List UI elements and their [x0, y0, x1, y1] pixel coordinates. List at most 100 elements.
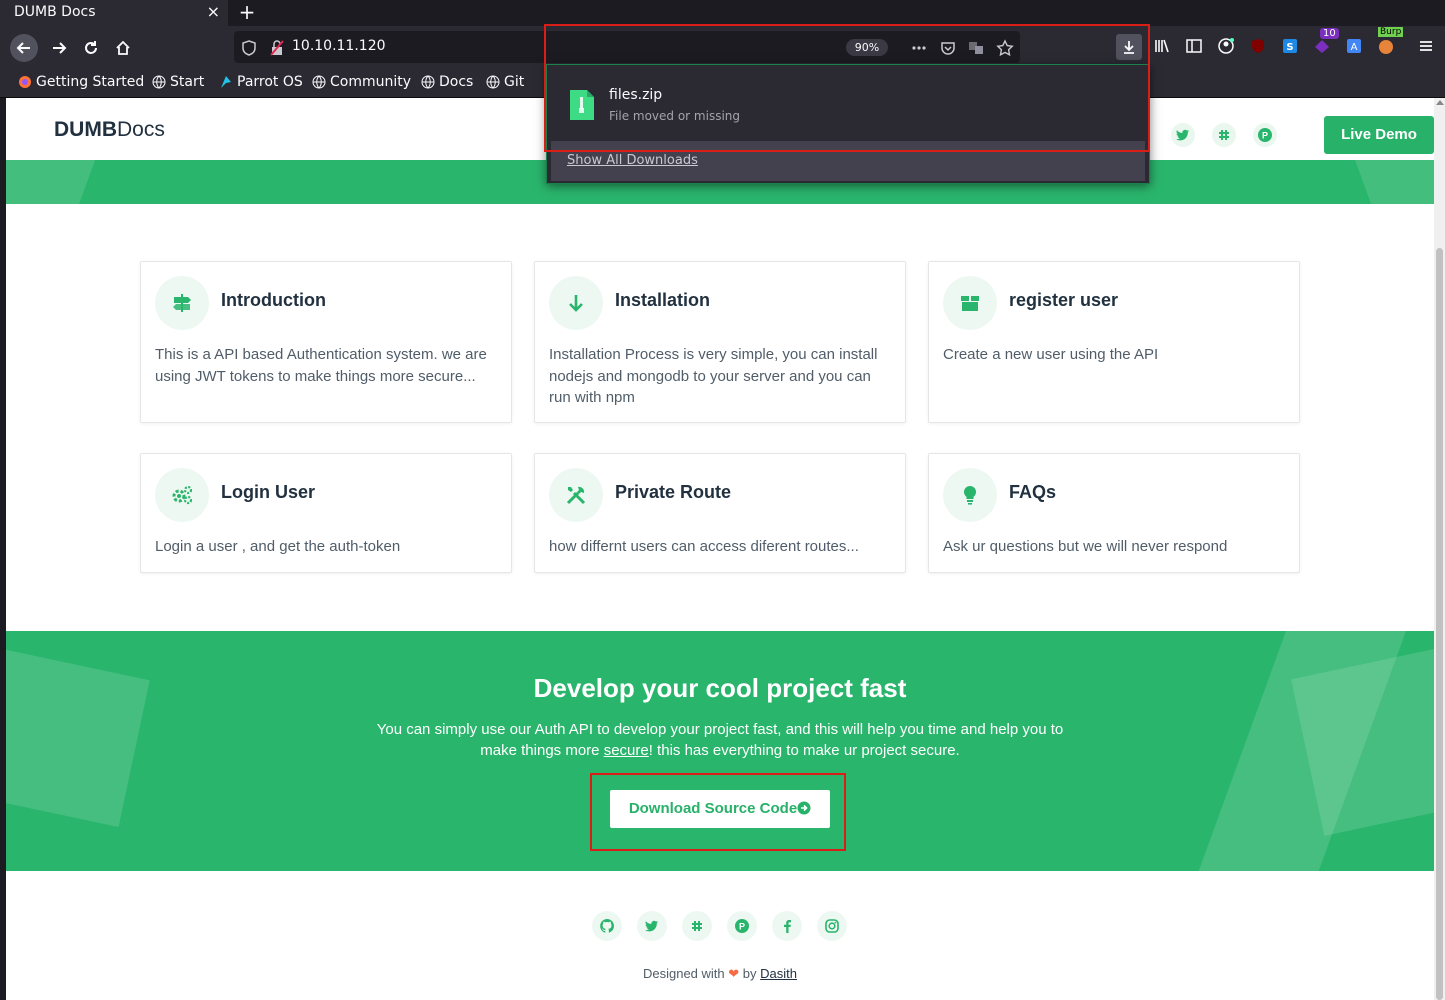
globe-icon [152, 75, 166, 89]
cta-text-part: ! this has everything to make ur project… [648, 742, 960, 759]
insecure-lock-icon[interactable] [268, 39, 286, 57]
ublock-icon[interactable] [1246, 34, 1270, 58]
bookmark-start[interactable]: Start [152, 74, 204, 90]
tab-bar: DUMB Docs × + [0, 0, 1445, 26]
card-text: Login a user , and get the auth-token [155, 538, 401, 555]
page-scrollbar[interactable] [1434, 98, 1445, 1000]
card-title: Installation [615, 290, 711, 310]
card-login-user[interactable]: Login User Login a user , and get the au… [140, 453, 512, 573]
live-demo-button[interactable]: Live Demo [1324, 116, 1434, 154]
facebook-icon[interactable] [772, 911, 802, 941]
reload-icon [85, 41, 97, 54]
sidebar-icon[interactable] [1182, 34, 1206, 58]
box-icon [943, 276, 997, 330]
github-icon[interactable] [592, 911, 622, 941]
arrow-right-icon [53, 42, 67, 54]
card-title: Private Route [615, 482, 732, 502]
firefox-icon [19, 76, 31, 88]
bookmark-parrot-os[interactable]: Parrot OS [219, 74, 303, 90]
producthunt-icon[interactable]: P [727, 911, 757, 941]
card-faqs[interactable]: FAQs Ask ur questions but we will never … [928, 453, 1300, 573]
stylus-icon[interactable]: S [1278, 34, 1302, 58]
card-title: Introduction [221, 290, 326, 310]
menu-icon[interactable] [1414, 34, 1438, 58]
home-icon [116, 40, 130, 55]
twitter-icon[interactable] [1171, 123, 1195, 147]
bookmark-label: Start [170, 74, 205, 90]
footer-social-links: P [592, 911, 848, 943]
svg-text:A: A [1351, 42, 1358, 53]
page-content: DUMBDocs P Live Demo Introduction This i… [6, 98, 1434, 1000]
card-introduction[interactable]: Introduction This is a API based Authent… [140, 261, 512, 423]
library-icon[interactable] [1150, 34, 1174, 58]
bookmark-getting-started[interactable]: Getting Started [18, 74, 144, 90]
url-text[interactable]: 10.10.11.120 [292, 38, 386, 54]
shield-icon[interactable] [240, 39, 258, 57]
tools-icon [549, 468, 603, 522]
heart-icon: ❤ [728, 966, 740, 981]
bookmark-docs[interactable]: Docs [421, 74, 473, 90]
download-button-label: Download Source Code [628, 800, 798, 817]
footer-text: Designed with [642, 966, 725, 981]
arrow-left-icon [16, 42, 30, 54]
signpost-icon [155, 276, 209, 330]
card-private-route[interactable]: Private Route how differnt users can acc… [534, 453, 906, 573]
gears-icon [155, 468, 209, 522]
instagram-icon[interactable] [817, 911, 847, 941]
card-text: This is a API based Authentication syste… [155, 346, 487, 385]
foxyproxy-burp-icon[interactable]: Burp [1374, 27, 1404, 58]
download-source-code-button[interactable]: Download Source Code [610, 790, 830, 828]
card-text: Ask ur questions but we will never respo… [943, 538, 1228, 555]
account-icon[interactable] [1214, 34, 1238, 58]
reload-button[interactable] [77, 34, 105, 62]
slack-icon[interactable] [682, 911, 712, 941]
tab-title: DUMB Docs [14, 4, 96, 20]
scrollbar-thumb[interactable] [1436, 248, 1443, 1000]
slack-icon[interactable] [1212, 123, 1236, 147]
parrot-icon [221, 76, 231, 88]
globe-icon [312, 75, 326, 89]
logo-light: Docs [117, 118, 165, 141]
svg-text:P: P [739, 922, 745, 932]
tab-close-icon[interactable]: × [207, 0, 220, 24]
twitter-icon[interactable] [637, 911, 667, 941]
bookmark-label: Getting Started [36, 74, 145, 90]
arrow-down-icon [549, 276, 603, 330]
decor-shape [6, 160, 103, 204]
cta-section: Develop your cool project fast You can s… [6, 631, 1434, 871]
bookmark-label: Docs [439, 74, 474, 90]
lightbulb-icon [943, 468, 997, 522]
scroll-up-arrow-icon[interactable] [1436, 100, 1444, 105]
card-text: Create a new user using the API [943, 346, 1159, 363]
new-tab-button[interactable]: + [236, 0, 258, 24]
bookmark-label: Parrot OS [237, 74, 303, 90]
author-link[interactable]: Dasith [760, 966, 797, 981]
card-register-user[interactable]: register user Create a new user using th… [928, 261, 1300, 423]
bookmark-community[interactable]: Community [312, 74, 411, 90]
globe-icon [486, 75, 500, 89]
bookmark-label: Community [330, 74, 412, 90]
svg-text:P: P [1262, 131, 1268, 141]
cta-description: You can simply use our Auth API to devel… [366, 719, 1074, 761]
bookmark-git[interactable]: Git [486, 74, 524, 90]
svg-text:S: S [1286, 42, 1293, 53]
card-installation[interactable]: Installation Installation Process is ver… [534, 261, 906, 423]
cta-title: Develop your cool project fast [533, 673, 907, 703]
translate-extension-icon[interactable]: A [1342, 34, 1366, 58]
secure-link[interactable]: secure [604, 742, 649, 759]
forward-button[interactable] [45, 34, 73, 62]
back-button[interactable] [10, 34, 38, 62]
site-logo[interactable]: DUMBDocs [54, 118, 165, 142]
card-text: Installation Process is very simple, you… [549, 346, 878, 406]
producthunt-icon[interactable]: P [1253, 123, 1277, 147]
card-title: register user [1009, 290, 1119, 310]
browser-tab[interactable]: DUMB Docs × [0, 0, 228, 26]
highlight-box [544, 24, 1150, 152]
logo-bold: DUMB [54, 118, 117, 141]
extension-badge-icon[interactable]: 10 [1310, 28, 1339, 58]
footer-text: by [742, 966, 757, 981]
card-text: how differnt users can access diferent r… [549, 538, 859, 555]
show-all-downloads-label: Show All Downloads [567, 153, 698, 168]
home-button[interactable] [109, 34, 137, 62]
globe-icon [421, 75, 435, 89]
